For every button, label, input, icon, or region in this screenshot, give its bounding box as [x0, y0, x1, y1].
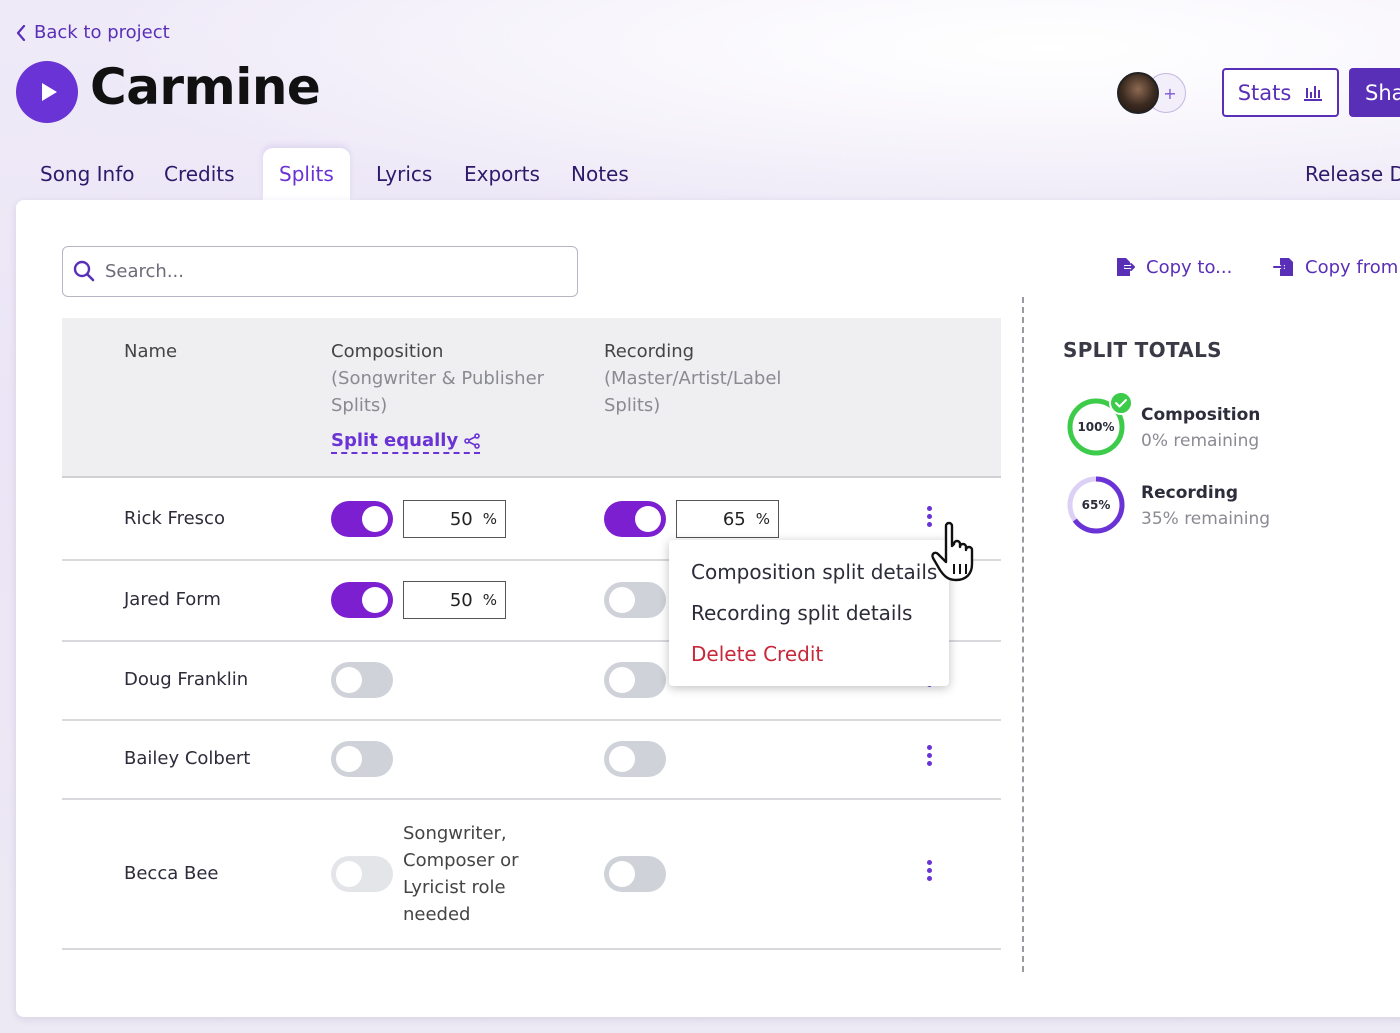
copy-from-label: Copy from... [1305, 256, 1400, 278]
share-nodes-icon [464, 432, 480, 449]
composition-remaining: 0% remaining [1141, 431, 1260, 451]
recording-toggle[interactable] [604, 662, 666, 698]
copy-to-label: Copy to... [1146, 256, 1233, 278]
row-name-jared-form: Jared Form [124, 589, 221, 610]
row-divider [62, 948, 1001, 950]
chevron-left-icon [16, 24, 26, 41]
composition-toggle[interactable] [331, 741, 393, 777]
tab-release-date[interactable]: Release Date [1305, 148, 1400, 200]
stats-button[interactable]: Stats [1222, 68, 1339, 117]
search-placeholder: Search... [105, 261, 185, 282]
composition-percent-input[interactable]: 50 % [403, 500, 506, 538]
composition-toggle[interactable] [331, 501, 393, 537]
hand-cursor-icon [931, 521, 974, 582]
kebab-icon[interactable] [924, 860, 934, 886]
tab-credits[interactable]: Credits [164, 148, 235, 200]
recording-percent-input[interactable]: 65 % [676, 500, 779, 538]
percent-unit: % [482, 591, 497, 609]
share-button[interactable]: Share [1349, 68, 1400, 117]
split-equally-link[interactable]: Split equally [331, 430, 481, 454]
copy-from-icon [1273, 258, 1293, 276]
composition-total-label: Composition [1141, 405, 1261, 425]
menu-item-recording-details[interactable]: Recording split details [691, 601, 912, 625]
split-totals-title: SPLIT TOTALS [1063, 338, 1222, 362]
menu-item-delete-credit[interactable]: Delete Credit [691, 642, 823, 666]
bar-chart-icon [1304, 85, 1323, 101]
recording-header-title: Recording [604, 341, 695, 362]
share-button-label: Share [1365, 80, 1400, 105]
column-header-name: Name [124, 341, 178, 362]
recording-ring-text: 65% [1082, 498, 1111, 512]
recording-toggle[interactable] [604, 501, 666, 537]
role-needed-note: Songwriter, Composer or Lyricist role ne… [403, 823, 519, 925]
percent-value: 65 [722, 508, 746, 530]
play-icon [42, 83, 57, 101]
recording-header-subtitle: (Master/Artist/Label Splits) [604, 368, 782, 416]
tab-exports[interactable]: Exports [464, 148, 540, 200]
row-divider [62, 719, 1001, 721]
back-to-project-link[interactable]: Back to project [16, 22, 170, 43]
composition-ring-text: 100% [1077, 420, 1114, 434]
row-name-doug-franklin: Doug Franklin [124, 669, 249, 690]
menu-item-composition-details[interactable]: Composition split details [691, 560, 937, 584]
row-name-becca-bee: Becca Bee [124, 863, 219, 884]
recording-remaining: 35% remaining [1141, 509, 1271, 529]
avatar[interactable] [1117, 72, 1159, 114]
search-icon [73, 260, 95, 282]
recording-toggle[interactable] [604, 741, 666, 777]
split-equally-label: Split equally [331, 430, 459, 451]
row-divider [62, 798, 1001, 800]
tab-lyrics[interactable]: Lyrics [376, 148, 432, 200]
plus-icon: + [1163, 83, 1177, 103]
recording-progress-ring: 65% [1067, 476, 1125, 534]
composition-toggle[interactable] [331, 582, 393, 618]
copy-to-button[interactable]: Copy to... [1114, 256, 1232, 278]
row-name-bailey-colbert: Bailey Colbert [124, 748, 251, 769]
section-divider [1022, 297, 1024, 972]
percent-unit: % [755, 510, 770, 528]
check-icon [1109, 391, 1133, 415]
percent-value: 50 [449, 589, 473, 611]
recording-total-label: Recording [1141, 483, 1239, 503]
recording-toggle[interactable] [604, 856, 666, 892]
row-context-menu: Composition split details Recording spli… [669, 540, 949, 686]
copy-from-button[interactable]: Copy from... [1273, 256, 1400, 278]
tab-song-info[interactable]: Song Info [40, 148, 135, 200]
recording-toggle[interactable] [604, 582, 666, 618]
play-button[interactable] [16, 61, 78, 123]
composition-toggle[interactable] [331, 662, 393, 698]
percent-value: 50 [449, 508, 473, 530]
composition-header-title: Composition [331, 341, 444, 362]
page-title: Carmine [90, 58, 321, 116]
search-input[interactable]: Search... [62, 246, 578, 297]
composition-percent-input[interactable]: 50 % [403, 581, 506, 619]
kebab-icon[interactable] [924, 745, 934, 771]
copy-to-icon [1117, 258, 1135, 276]
row-name-rick-fresco: Rick Fresco [124, 508, 225, 529]
tab-splits[interactable]: Splits [263, 148, 350, 200]
percent-unit: % [482, 510, 497, 528]
composition-header-subtitle: (Songwriter & Publisher Splits) [331, 368, 545, 416]
tab-notes[interactable]: Notes [571, 148, 629, 200]
column-header-composition: Composition (Songwriter & Publisher Spli… [331, 338, 561, 419]
composition-toggle-disabled [331, 856, 393, 892]
back-link-label: Back to project [34, 22, 170, 43]
stats-button-label: Stats [1237, 80, 1292, 105]
column-header-recording: Recording (Master/Artist/Label Splits) [604, 338, 804, 419]
